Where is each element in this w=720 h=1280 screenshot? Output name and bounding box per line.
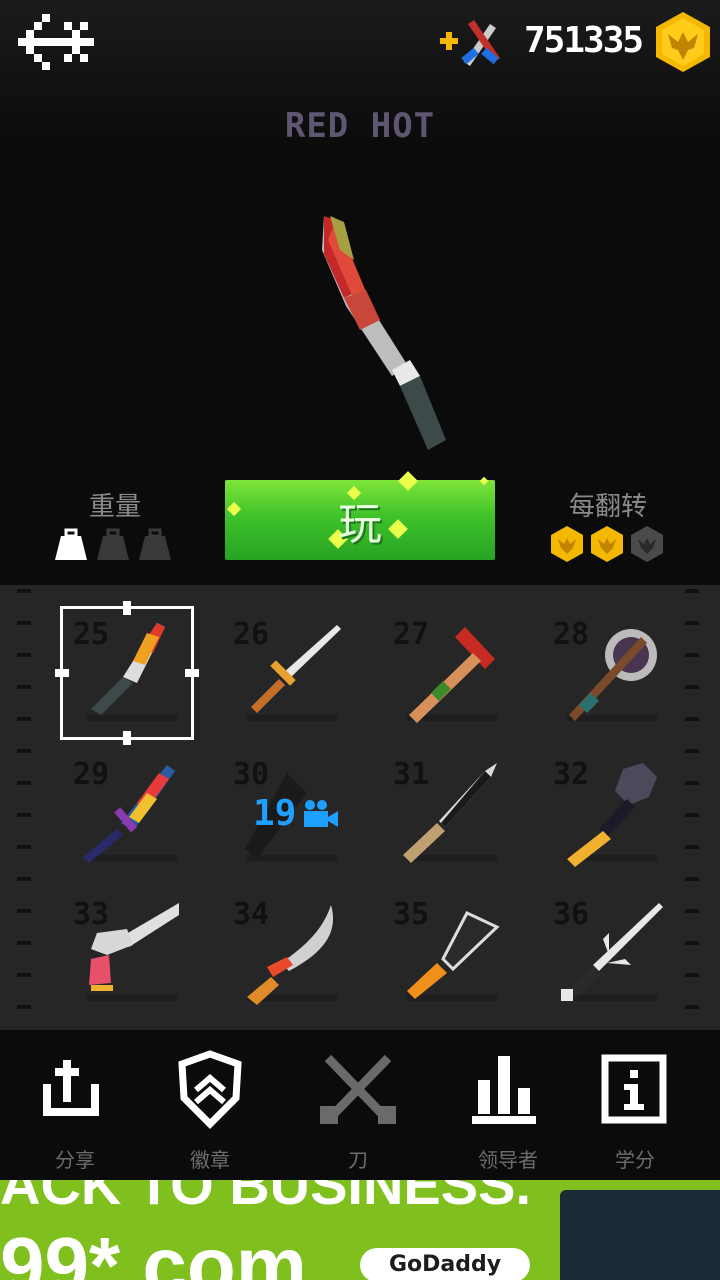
knife-slot-34[interactable]: 34 [217, 883, 357, 1023]
chainsaw-knife-icon [89, 903, 179, 991]
ad-headline: ACK TO BUSINESS. [0, 1180, 532, 1216]
ad-price: 99* com [0, 1221, 307, 1280]
weight-icon [97, 528, 129, 560]
gold-coin-icon [591, 526, 623, 562]
colorful-knife-icon [83, 765, 175, 863]
nav-label: 领导者 [478, 1148, 538, 1172]
weight-label: 重量 [88, 492, 141, 522]
machete-icon [407, 911, 500, 999]
gold-eagle-coin-icon [656, 12, 710, 72]
sparkle-icon [388, 519, 408, 539]
nav-label: 学分 [615, 1148, 655, 1172]
nav-share[interactable]: 分享 [15, 1050, 135, 1180]
flip-reward-indicator [550, 526, 670, 564]
nav-leaderboard[interactable]: 领导者 [448, 1050, 568, 1180]
fire-axe-icon [409, 627, 495, 723]
ad-logo: GoDaddy [360, 1248, 530, 1280]
nav-badges[interactable]: 徽章 [150, 1050, 270, 1180]
sparkle-icon [226, 501, 242, 517]
selected-knife-image [322, 216, 446, 450]
combat-knife-icon [403, 763, 497, 863]
grid-rail-left [14, 585, 34, 1030]
selection-frame [55, 601, 199, 745]
nav-credits[interactable]: 学分 [575, 1050, 695, 1180]
grid-rail-right [682, 585, 702, 1030]
back-arrow-icon[interactable] [18, 14, 98, 70]
video-unlock-badge[interactable]: 19 [253, 793, 339, 834]
bottom-navigation: 分享 徽章 刀 领导者 学分 [0, 1030, 720, 1180]
dagger-icon [251, 625, 341, 713]
nav-knives[interactable]: 刀 [298, 1050, 418, 1180]
ad-banner[interactable]: ACK TO BUSINESS. 99* com GoDaddy [0, 1180, 720, 1280]
weight-icon [139, 528, 171, 560]
gray-coin-icon [631, 526, 663, 562]
knife-slot-26[interactable]: 26 [217, 603, 357, 743]
knife-name: RED HOT [284, 106, 436, 146]
nav-label: 徽章 [190, 1148, 230, 1172]
nav-label: 刀 [348, 1148, 368, 1172]
weight-icon [55, 528, 87, 560]
play-button-label: 玩 [338, 499, 382, 550]
sparkle-icon [398, 471, 418, 491]
nav-label: 分享 [55, 1148, 95, 1172]
coin-count: 751335 [524, 20, 644, 61]
knife-slot-29[interactable]: 29 [57, 743, 197, 883]
play-button[interactable]: 玩 [225, 471, 495, 560]
ad-screen-image [560, 1190, 720, 1280]
leaderboard-icon [472, 1056, 536, 1124]
shovel-icon [567, 763, 657, 867]
add-weapon-icon[interactable] [438, 16, 504, 66]
battle-axe-icon [569, 629, 657, 721]
knife-slot-33[interactable]: 33 [57, 883, 197, 1023]
knife-slot-35[interactable]: 35 [377, 883, 517, 1023]
weight-indicator [55, 528, 175, 562]
video-camera-icon [304, 799, 339, 827]
badge-icon [178, 1050, 242, 1129]
share-icon [43, 1060, 99, 1116]
sai-icon [561, 903, 663, 1001]
sparkle-icon [479, 476, 489, 486]
knife-slot-32[interactable]: 32 [537, 743, 677, 883]
video-count: 19 [253, 793, 297, 834]
gold-coin-icon [551, 526, 583, 562]
knife-slot-31[interactable]: 31 [377, 743, 517, 883]
knives-icon [320, 1054, 396, 1124]
flip-reward-label: 每翻转 [568, 492, 647, 522]
knife-preview-area: 751335 RED HOT 重量 每翻转 玩 [0, 0, 720, 585]
knife-slot-36[interactable]: 36 [537, 883, 677, 1023]
scimitar-icon [247, 905, 334, 1005]
knife-slot-27[interactable]: 27 [377, 603, 517, 743]
knife-slot-28[interactable]: 28 [537, 603, 677, 743]
info-icon [601, 1054, 667, 1124]
